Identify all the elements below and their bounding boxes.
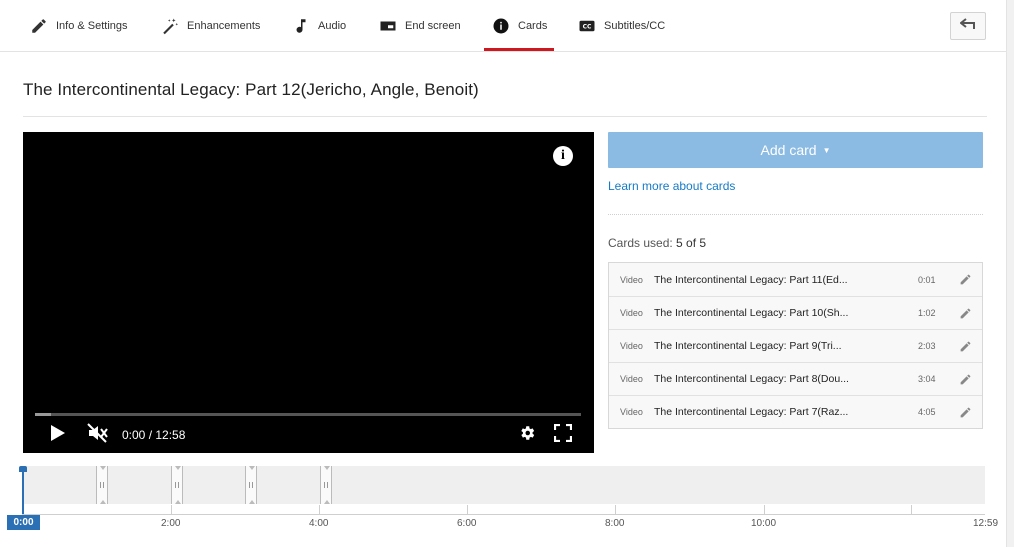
pencil-edit-icon[interactable] [958,372,972,386]
settings-button[interactable] [517,425,537,445]
card-type: Video [620,374,643,384]
drag-handle [100,482,104,488]
card-marker[interactable] [171,466,183,504]
pencil-edit-icon[interactable] [958,272,972,286]
chevron-down-icon: ▼ [822,145,831,155]
time-display: 0:00 / 12:58 [122,428,186,442]
card-time: 3:04 [918,374,936,384]
card-title: The Intercontinental Legacy: Part 8(Dou.… [654,373,849,385]
timeline-tick [467,505,468,514]
tab-label: Subtitles/CC [604,20,666,32]
card-time: 1:02 [918,308,936,318]
card-row[interactable]: Video The Intercontinental Legacy: Part … [609,263,982,296]
magic-wand-icon [161,17,179,35]
tab-subtitles-cc[interactable]: CC Subtitles/CC [578,0,665,52]
play-icon [50,424,66,447]
timeline-tick [911,505,912,514]
card-time: 0:01 [918,274,936,285]
add-card-label: Add card [760,142,817,158]
closed-captions-icon: CC [578,17,596,35]
card-timeline[interactable] [22,466,985,504]
card-row[interactable]: Video The Intercontinental Legacy: Part … [609,395,982,428]
drag-handle [175,482,179,488]
divider [608,214,983,215]
cards-used-count: 5 of 5 [676,236,707,250]
back-button[interactable] [950,12,986,40]
tab-end-screen[interactable]: End screen [379,0,461,52]
timeline-tick-label: 12:59 [973,518,999,529]
cards-list: Video The Intercontinental Legacy: Part … [608,262,983,429]
card-title: The Intercontinental Legacy: Part 10(Sh.… [654,307,849,319]
tab-label: Audio [318,20,347,32]
pencil-edit-icon[interactable] [958,306,972,320]
tab-cards[interactable]: Cards [484,0,554,52]
timeline-tick-label: 10:00 [751,518,777,529]
end-screen-icon [379,17,397,35]
scrollbar[interactable] [1006,0,1014,547]
play-button[interactable] [48,424,68,447]
card-marker[interactable] [320,466,332,504]
timeline-tick [764,505,765,514]
tab-bar: Info & Settings Enhancements Audio End s… [0,0,1006,52]
drag-handle [324,482,328,488]
card-row[interactable]: Video The Intercontinental Legacy: Part … [609,296,982,329]
back-arrow-icon [959,17,976,35]
card-title: The Intercontinental Legacy: Part 11(Ed.… [654,273,848,286]
card-row[interactable]: Video The Intercontinental Legacy: Part … [609,329,982,362]
tab-label: Cards [518,20,548,32]
cards-used: Cards used: 5 of 5 [608,236,706,250]
cards-used-label: Cards used: [608,236,673,250]
tab-enhancements[interactable]: Enhancements [161,0,260,52]
music-note-icon [292,17,310,35]
learn-more-link[interactable]: Learn more about cards [608,179,735,193]
divider [23,116,987,117]
pencil-edit-icon[interactable] [958,405,972,419]
card-teaser-info-icon[interactable]: i [553,146,573,166]
tab-audio[interactable]: Audio [292,0,346,52]
drag-handle [249,482,253,488]
timeline-axis [22,514,985,515]
info-icon [492,17,510,35]
pencil-icon [30,17,48,35]
tab-label: End screen [405,20,461,32]
current-time-badge: 0:00 [7,515,40,530]
card-title: The Intercontinental Legacy: Part 9(Tri.… [654,340,842,352]
timeline-tick [171,505,172,514]
timeline-tick-label: 6:00 [457,518,477,529]
card-type: Video [620,341,643,351]
progress-bar[interactable] [35,413,581,416]
volume-muted-icon [87,422,109,448]
pencil-edit-icon[interactable] [958,339,972,353]
svg-text:CC: CC [583,24,592,31]
card-marker[interactable] [245,466,257,504]
card-time: 4:05 [918,407,936,417]
timeline-tick [615,505,616,514]
fullscreen-button[interactable] [553,423,573,447]
card-type: Video [620,407,643,417]
gear-icon [518,424,536,447]
card-title: The Intercontinental Legacy: Part 7(Raz.… [654,406,849,418]
tab-label: Enhancements [187,20,261,32]
video-title: The Intercontinental Legacy: Part 12(Jer… [23,80,479,99]
timeline-tick-label: 4:00 [309,518,329,529]
tab-info-settings[interactable]: Info & Settings [30,0,128,52]
card-type: Video [620,274,643,285]
card-row[interactable]: Video The Intercontinental Legacy: Part … [609,362,982,395]
card-marker[interactable] [96,466,108,504]
card-type: Video [620,308,643,318]
add-card-button[interactable]: Add card ▼ [608,132,983,168]
playhead[interactable] [22,466,24,516]
fullscreen-icon [553,423,573,447]
tab-label: Info & Settings [56,20,128,32]
card-time: 2:03 [918,341,936,351]
progress-loaded [35,413,52,416]
mute-button[interactable] [86,422,110,448]
timeline-tick [319,505,320,514]
timeline-tick-label: 8:00 [605,518,625,529]
video-player[interactable]: i 0:00 / 12:58 [23,132,594,453]
timeline-tick-label: 2:00 [161,518,181,529]
